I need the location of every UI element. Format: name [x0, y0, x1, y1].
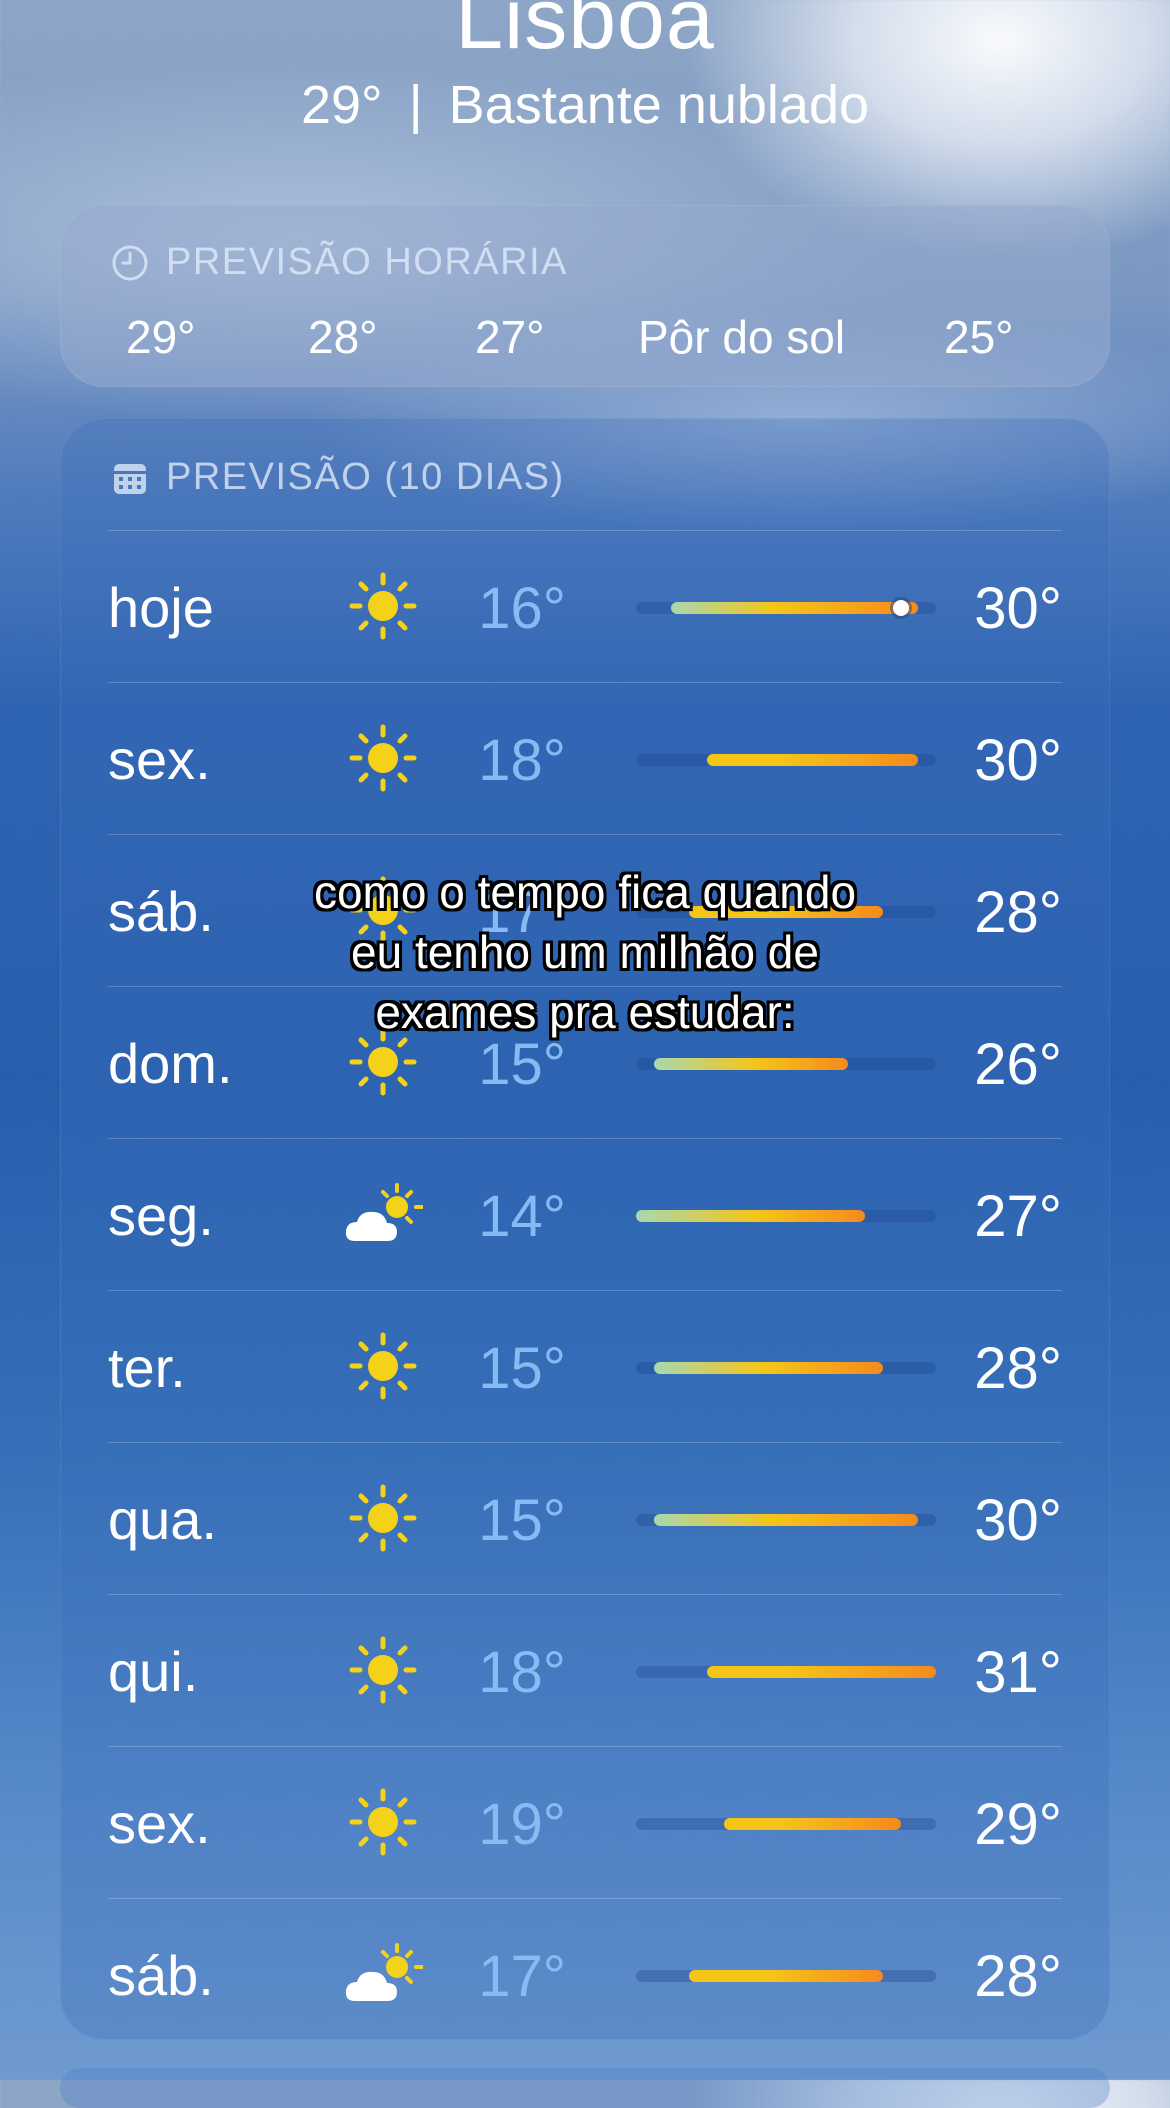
hourly-forecast-title: PREVISÃO HORÁRIA	[110, 241, 568, 284]
hourly-items: 29° 28° 27° Pôr do sol 25°	[60, 310, 1110, 370]
low-temp: 15°	[478, 1336, 566, 1401]
partly-cloudy-icon	[343, 1179, 424, 1249]
day-label: seg.	[108, 1184, 214, 1247]
day-label: sex.	[108, 1792, 211, 1855]
temp-range-fill	[706, 1666, 936, 1678]
current-temp-indicator	[892, 600, 909, 616]
ten-day-forecast-card[interactable]: PREVISÃO (10 DIAS) hoje 16° 30° sex. 18° 30° s…	[60, 418, 1110, 2040]
temp-range-bar	[636, 1514, 936, 1526]
low-temp: 15°	[478, 1488, 566, 1553]
daily-title-text: PREVISÃO (10 DIAS)	[166, 456, 565, 498]
temp-range-fill	[636, 1210, 866, 1222]
temp-range-fill	[688, 1970, 884, 1982]
temp-range-fill	[653, 1514, 919, 1526]
daily-rows: hoje 16° 30° sex. 18° 30° sáb. 17° 28° dom. 15° 26°…	[108, 530, 1062, 2050]
separator: |	[408, 75, 423, 135]
temp-range-bar	[636, 600, 936, 616]
hour-temp-1: 28°	[308, 311, 378, 363]
temp-range-bar	[636, 1666, 936, 1678]
high-temp: 28°	[974, 1944, 1062, 2009]
sun-icon	[343, 1331, 423, 1401]
day-label: sáb.	[108, 1944, 214, 2007]
forecast-row[interactable]: sex. 19° 29°	[108, 1746, 1062, 1898]
low-temp: 16°	[478, 576, 566, 641]
day-label: hoje	[108, 576, 214, 639]
temp-range-bar	[636, 1818, 936, 1830]
sun-icon	[343, 1483, 423, 1553]
hour-temp-4: 25°	[944, 311, 1014, 363]
temp-range-fill	[706, 754, 919, 766]
low-temp: 18°	[478, 728, 566, 793]
high-temp: 29°	[974, 1792, 1062, 1857]
low-temp: 17°	[478, 1944, 566, 2009]
hourly-title-text: PREVISÃO HORÁRIA	[166, 241, 568, 283]
sun-icon	[343, 723, 423, 793]
forecast-row[interactable]: hoje 16° 30°	[108, 530, 1062, 682]
sun-icon	[343, 571, 423, 641]
temp-range-fill	[653, 1058, 848, 1070]
low-temp: 19°	[478, 1792, 566, 1857]
temp-range-fill	[653, 1362, 884, 1374]
low-temp: 18°	[478, 1640, 566, 1705]
current-conditions: 29° | Bastante nublado	[0, 74, 1170, 136]
sun-icon	[343, 1787, 423, 1857]
sun-icon	[343, 1635, 423, 1705]
day-label: qua.	[108, 1488, 217, 1551]
high-temp: 30°	[974, 576, 1062, 641]
low-temp: 14°	[478, 1184, 566, 1249]
condition-text: Bastante nublado	[448, 75, 870, 135]
high-temp: 31°	[974, 1640, 1062, 1705]
temp-range-bar	[636, 1210, 936, 1222]
temp-range-bar	[636, 1970, 936, 1982]
city-name: Lisboa	[455, 0, 715, 67]
day-label: ter.	[108, 1336, 186, 1399]
high-temp: 30°	[974, 1488, 1062, 1553]
temp-range-bar	[636, 1362, 936, 1374]
temp-range-bar	[636, 1058, 936, 1070]
day-label: qui.	[108, 1640, 199, 1703]
day-label: dom.	[108, 1032, 233, 1095]
forecast-row[interactable]: sex. 18° 30°	[108, 682, 1062, 834]
hour-temp-2: 27°	[475, 311, 545, 363]
hour-temp-0: 29°	[126, 311, 196, 363]
forecast-row[interactable]: seg. 14° 27°	[108, 1138, 1062, 1290]
hourly-forecast-card[interactable]: PREVISÃO HORÁRIA 29° 28° 27° Pôr do sol …	[60, 205, 1110, 387]
forecast-row[interactable]: sáb. 17° 28°	[108, 1898, 1062, 2050]
overlay-caption: como o tempo fica quando eu tenho um mil…	[313, 866, 857, 1038]
forecast-row[interactable]: ter. 15° 28°	[108, 1290, 1062, 1442]
high-temp: 28°	[974, 880, 1062, 945]
partly-cloudy-icon	[343, 1939, 424, 2009]
day-label: sáb.	[108, 880, 214, 943]
high-temp: 27°	[974, 1184, 1062, 1249]
high-temp: 28°	[974, 1336, 1062, 1401]
current-temperature: 29°	[300, 75, 383, 135]
high-temp: 30°	[974, 728, 1062, 793]
forecast-row[interactable]: qua. 15° 30°	[108, 1442, 1062, 1594]
high-temp: 26°	[974, 1032, 1062, 1097]
daily-forecast-title: PREVISÃO (10 DIAS)	[110, 456, 565, 499]
temp-range-fill	[724, 1818, 901, 1830]
temp-range-bar	[636, 754, 936, 766]
calendar-icon	[114, 463, 146, 494]
next-card-peek	[60, 2068, 1110, 2108]
forecast-row[interactable]: qui. 18° 31°	[108, 1594, 1062, 1746]
day-label: sex.	[108, 728, 211, 791]
temp-range-fill	[671, 602, 919, 614]
clock-icon	[112, 245, 148, 280]
hour-sunset: Pôr do sol	[638, 311, 846, 363]
